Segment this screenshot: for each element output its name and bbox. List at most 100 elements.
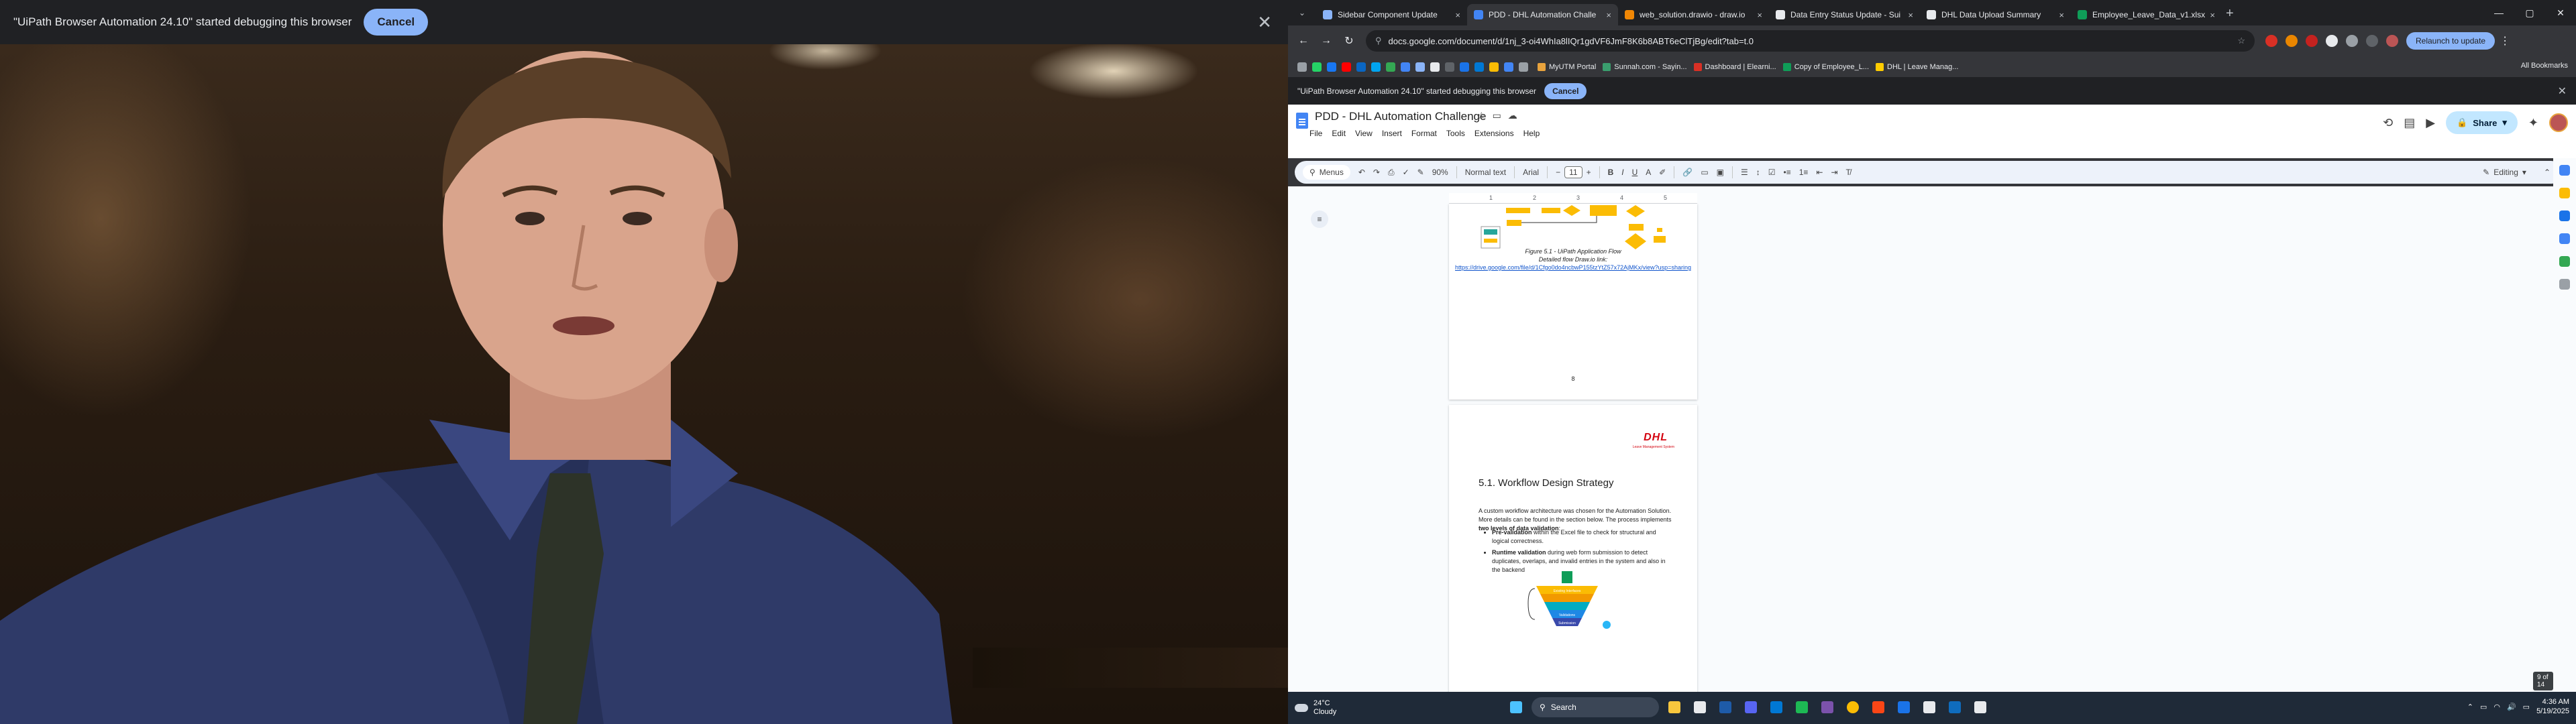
close-tab-icon[interactable]: × <box>1757 10 1762 20</box>
app-tray-icon[interactable]: ▭ <box>2480 703 2487 711</box>
style-select[interactable]: Normal text <box>1465 168 1506 177</box>
browser-tab[interactable]: web_solution.drawio - draw.io × <box>1618 4 1769 25</box>
decrease-indent-icon[interactable]: ⇤ <box>1816 168 1823 177</box>
link-icon[interactable]: 🔗 <box>1682 168 1693 177</box>
extension-icon[interactable] <box>2265 35 2277 47</box>
line-spacing-icon[interactable]: ↕ <box>1756 168 1760 177</box>
document-title[interactable]: PDD - DHL Automation Challenge <box>1315 110 1486 123</box>
clear-formatting-icon[interactable]: T̸ <box>1846 168 1851 177</box>
menu-edit[interactable]: Edit <box>1332 129 1346 138</box>
ruler[interactable]: 1 2 3 4 5 <box>1449 193 1697 204</box>
editing-mode-select[interactable]: ✎ Editing ▾ <box>2483 168 2526 177</box>
visual-studio-icon[interactable] <box>1817 697 1837 717</box>
document-page[interactable]: Figure 5.1 - UiPath Application Flow Det… <box>1449 204 1697 400</box>
reload-icon[interactable]: ↻ <box>1339 31 1359 51</box>
site-info-icon[interactable]: ⚲ <box>1375 36 1382 46</box>
github-bookmark-icon[interactable] <box>1430 62 1440 72</box>
close-tab-icon[interactable]: × <box>2059 10 2064 20</box>
document-page[interactable]: DHL Leave Management System 5.1. Workflo… <box>1449 405 1697 695</box>
paint-format-icon[interactable]: ✎ <box>1417 168 1424 177</box>
menu-tools[interactable]: Tools <box>1446 129 1465 138</box>
gemini-icon[interactable]: ✦ <box>2528 116 2538 130</box>
document-canvas[interactable]: ≡ 1 2 3 4 5 Figure 5.1 - UiPath Applicat… <box>1288 186 2553 695</box>
highlight-icon[interactable]: ✐ <box>1659 168 1666 177</box>
linkedin-bookmark-icon[interactable] <box>1356 62 1366 72</box>
uipath-icon[interactable] <box>1868 697 1888 717</box>
font-size-input[interactable]: 11 <box>1564 166 1582 178</box>
font-select[interactable]: Arial <box>1523 168 1539 177</box>
bookmark-item[interactable]: DHL | Leave Manag... <box>1876 62 1958 71</box>
clock[interactable]: 4:36 AM 5/19/2025 <box>2536 697 2569 716</box>
tab-search-icon[interactable]: ⌄ <box>1292 3 1312 23</box>
bookmark-icon[interactable] <box>1445 62 1454 72</box>
menu-insert[interactable]: Insert <box>1382 129 1402 138</box>
image-icon[interactable]: ▣ <box>1717 168 1724 177</box>
wifi-icon[interactable]: ◠ <box>2493 703 2500 711</box>
app-icon[interactable] <box>1894 697 1914 717</box>
vscode-icon[interactable] <box>1766 697 1786 717</box>
chrome-icon[interactable] <box>1843 697 1863 717</box>
drawio-link[interactable]: https://drive.google.com/file/d/1Cfgo0do… <box>1449 264 1697 271</box>
menu-help[interactable]: Help <box>1523 129 1540 138</box>
chevron-up-icon[interactable]: ⌃ <box>2467 703 2473 711</box>
menu-format[interactable]: Format <box>1411 129 1437 138</box>
undo-icon[interactable]: ↶ <box>1358 168 1365 177</box>
bookmark-item[interactable]: Copy of Employee_L... <box>1782 62 1869 71</box>
meet-icon[interactable]: ▶ <box>2426 116 2435 130</box>
calendar-icon[interactable] <box>2559 165 2570 176</box>
menus-search[interactable]: ⚲ Menus <box>1303 165 1350 180</box>
increase-indent-icon[interactable]: ⇥ <box>1831 168 1837 177</box>
keep-icon[interactable] <box>2559 188 2570 198</box>
redo-icon[interactable]: ↷ <box>1373 168 1380 177</box>
bookmark-icon[interactable] <box>1519 62 1528 72</box>
close-tab-icon[interactable]: × <box>2210 10 2215 20</box>
bookmark-icon[interactable] <box>1371 62 1381 72</box>
close-window-icon[interactable]: ✕ <box>2545 0 2576 25</box>
align-icon[interactable]: ☰ <box>1741 168 1748 177</box>
collapse-menus-icon[interactable]: ⌃ <box>2544 168 2551 177</box>
apps-icon[interactable] <box>1297 62 1307 72</box>
comment-icon[interactable]: ▭ <box>1701 168 1708 177</box>
maps-icon[interactable] <box>2559 256 2570 267</box>
browser-tab[interactable]: DHL Data Upload Summary × <box>1920 4 2071 25</box>
cancel-debugging-button[interactable]: Cancel <box>1544 83 1587 99</box>
cancel-debugging-button[interactable]: Cancel <box>364 9 429 36</box>
extension-icon[interactable] <box>2346 35 2358 47</box>
menu-file[interactable]: File <box>1309 129 1322 138</box>
discord-icon[interactable] <box>1741 697 1761 717</box>
bookmark-icon[interactable] <box>1489 62 1499 72</box>
italic-icon[interactable]: I <box>1621 168 1623 177</box>
spotify-icon[interactable] <box>1792 697 1812 717</box>
extension-icon[interactable] <box>2306 35 2318 47</box>
bookmark-icon[interactable] <box>1504 62 1513 72</box>
maximize-icon[interactable]: ▢ <box>2514 0 2545 25</box>
tasks-icon[interactable] <box>2559 210 2570 221</box>
print-icon[interactable]: ⎙ <box>1388 168 1395 178</box>
comments-icon[interactable]: ▤ <box>2404 116 2415 130</box>
decrease-font-icon[interactable]: − <box>1556 168 1560 177</box>
increase-font-icon[interactable]: + <box>1587 168 1591 177</box>
facebook-bookmark-icon[interactable] <box>1327 62 1336 72</box>
add-addon-icon[interactable] <box>2559 279 2570 290</box>
app-icon[interactable] <box>1970 697 1990 717</box>
extension-icon[interactable] <box>2286 35 2298 47</box>
profile-avatar[interactable] <box>2386 35 2398 47</box>
app-icon[interactable] <box>1715 697 1735 717</box>
whatsapp-bookmark-icon[interactable] <box>1312 62 1322 72</box>
back-icon[interactable]: ← <box>1293 31 1313 51</box>
bookmark-icon[interactable] <box>1401 62 1410 72</box>
close-tab-icon[interactable]: × <box>1455 10 1460 20</box>
weather-widget[interactable]: 24°C Cloudy <box>1295 699 1336 717</box>
move-folder-icon[interactable]: ▭ <box>1493 110 1501 121</box>
taskbar-search[interactable]: ⚲ Search <box>1532 697 1659 717</box>
app-icon[interactable] <box>1945 697 1965 717</box>
close-icon[interactable]: ✕ <box>2558 84 2567 98</box>
close-icon[interactable]: ✕ <box>1257 12 1272 33</box>
bulleted-list-icon[interactable]: •≡ <box>1784 168 1791 177</box>
new-tab-icon[interactable]: + <box>2226 6 2234 21</box>
youtube-bookmark-icon[interactable] <box>1342 62 1351 72</box>
outline-icon[interactable]: ≡ <box>1311 210 1328 228</box>
bookmark-item[interactable]: Sunnah.com - Sayin... <box>1603 62 1687 71</box>
bookmark-icon[interactable] <box>1415 62 1425 72</box>
relaunch-button[interactable]: Relaunch to update <box>2406 32 2496 50</box>
